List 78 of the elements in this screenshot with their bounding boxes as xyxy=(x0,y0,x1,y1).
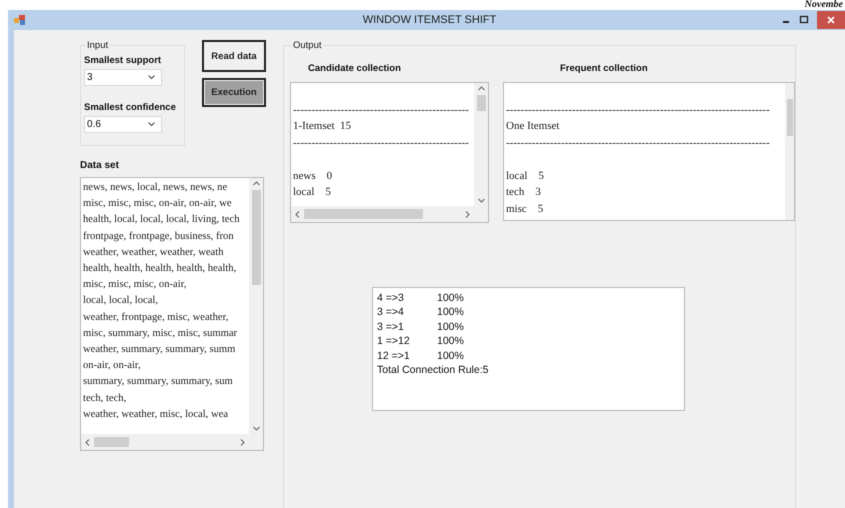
data-line: tech, tech, xyxy=(83,392,128,406)
vertical-scrollbar[interactable] xyxy=(249,178,263,434)
scroll-left-icon[interactable] xyxy=(295,210,300,218)
field-label: Smallest support xyxy=(84,55,162,66)
group-title: Output xyxy=(292,40,323,51)
data-line: local, local, local, xyxy=(83,294,160,308)
scroll-right-icon[interactable] xyxy=(465,210,470,218)
rule-text: 1 =>12 xyxy=(377,334,411,349)
scroll-thumb[interactable] xyxy=(252,190,260,285)
action-button[interactable]: Read data xyxy=(202,40,266,72)
scroll-down-icon[interactable] xyxy=(478,198,484,203)
data-line: misc, misc, misc, on-air, on-air, we xyxy=(83,197,233,212)
page-header-text: Novembe xyxy=(804,0,843,10)
frequent-textbox[interactable]: ------------------------------------------------------------------------ One Itemset ------------------------------------------------------------------------ local 5 tech 3 misc 5 xyxy=(503,82,795,221)
data-line: weather, weather, misc, local, wea xyxy=(83,408,230,422)
action-button[interactable]: Execution xyxy=(202,78,266,107)
data-set-label: Data set xyxy=(80,160,120,171)
confidence-text: 100% xyxy=(437,348,464,364)
output-line: One Itemset xyxy=(506,119,560,134)
scroll-thumb[interactable] xyxy=(786,99,792,136)
scroll-left-icon[interactable] xyxy=(85,438,90,446)
confidence-text: 100% xyxy=(437,320,464,334)
scroll-thumb[interactable] xyxy=(476,95,486,112)
data-line: misc, misc, misc, on-air, xyxy=(83,278,188,292)
data-line: weather, weather, weather, weath xyxy=(83,246,224,260)
group-title: Input xyxy=(86,40,110,51)
scroll-up-icon[interactable] xyxy=(252,181,260,186)
close-icon xyxy=(827,16,835,24)
confidence-text: 100% xyxy=(437,291,464,306)
data-line: news, news, local, news, news, ne xyxy=(83,181,228,195)
candidate-heading: Candidate collection xyxy=(308,63,402,74)
frequent-heading: Frequent collection xyxy=(560,63,648,74)
data-line: weather, frontpage, misc, weather, xyxy=(83,310,230,325)
scroll-up-icon[interactable] xyxy=(478,86,484,91)
output-line: 1-Itemset 15 xyxy=(293,119,352,134)
rule-text: 3 =>4 xyxy=(377,305,405,320)
output-line: news 0 xyxy=(293,168,334,184)
candidate-textbox[interactable]: ------------------------------------------------ 1-Itemset 15 ------------------------------------------------ news 0 local 5 xyxy=(290,82,489,223)
output-line: ------------------------------------------------ xyxy=(293,136,470,150)
data-line: health, local, local, local, living, tech xyxy=(83,213,240,228)
output-line: ------------------------------------------------------------------------ xyxy=(506,136,771,150)
scroll-thumb[interactable] xyxy=(94,437,130,447)
chevron-down-icon xyxy=(148,75,155,80)
chevron-down-icon xyxy=(148,122,155,127)
horizontal-scrollbar[interactable] xyxy=(291,206,488,222)
output-line: local 5 xyxy=(293,185,332,200)
output-line: misc 5 xyxy=(506,202,544,216)
maximize-icon[interactable] xyxy=(799,15,809,25)
confidence-text: 100% xyxy=(437,305,464,320)
vertical-scrollbar[interactable] xyxy=(474,83,488,206)
data-line: health, health, health, health, health, xyxy=(83,262,238,276)
data-line: weather, summary, summary, summ xyxy=(83,343,236,358)
scroll-down-icon[interactable] xyxy=(252,426,260,431)
data-line: on-air, on-air, xyxy=(83,359,142,374)
rule-text: 12 =>1 xyxy=(377,348,411,364)
dropdown[interactable]: 0.6 xyxy=(84,116,162,133)
horizontal-scrollbar[interactable] xyxy=(81,434,263,450)
output-line: ------------------------------------------------ xyxy=(293,102,470,118)
field-label: Smallest confidence xyxy=(84,102,177,113)
app-icon xyxy=(14,15,26,25)
rule-text: 4 =>3 xyxy=(377,291,405,306)
confidence-text: 100% xyxy=(437,334,464,349)
vertical-scrollbar[interactable] xyxy=(785,83,794,220)
rule-text: 3 =>1 xyxy=(377,320,405,334)
scroll-right-icon[interactable] xyxy=(240,438,245,446)
data-line: summary, summary, summary, sum xyxy=(83,375,234,390)
output-line: ------------------------------------------------------------------------ xyxy=(506,102,771,118)
output-line: local 5 xyxy=(506,168,545,184)
output-line: tech 3 xyxy=(506,185,542,200)
window-title: WINDOW ITEMSET SHIFT xyxy=(362,14,496,26)
data-line: frontpage, frontpage, business, fron xyxy=(83,230,235,244)
data-line: misc, summary, misc, misc, summar xyxy=(83,326,238,341)
total-rules-text: Total Connection Rule:5 xyxy=(377,363,490,378)
data-set-textbox[interactable] xyxy=(80,177,264,451)
dropdown[interactable]: 3 xyxy=(84,69,162,86)
close-button[interactable] xyxy=(817,11,845,29)
rules-textbox[interactable]: 4 =>3 100% 3 =>4 100% 3 =>1 100% 1 =>12 100% 12 =>1 100% Total Connection Rule:5 xyxy=(372,287,685,411)
scroll-thumb[interactable] xyxy=(304,209,423,219)
